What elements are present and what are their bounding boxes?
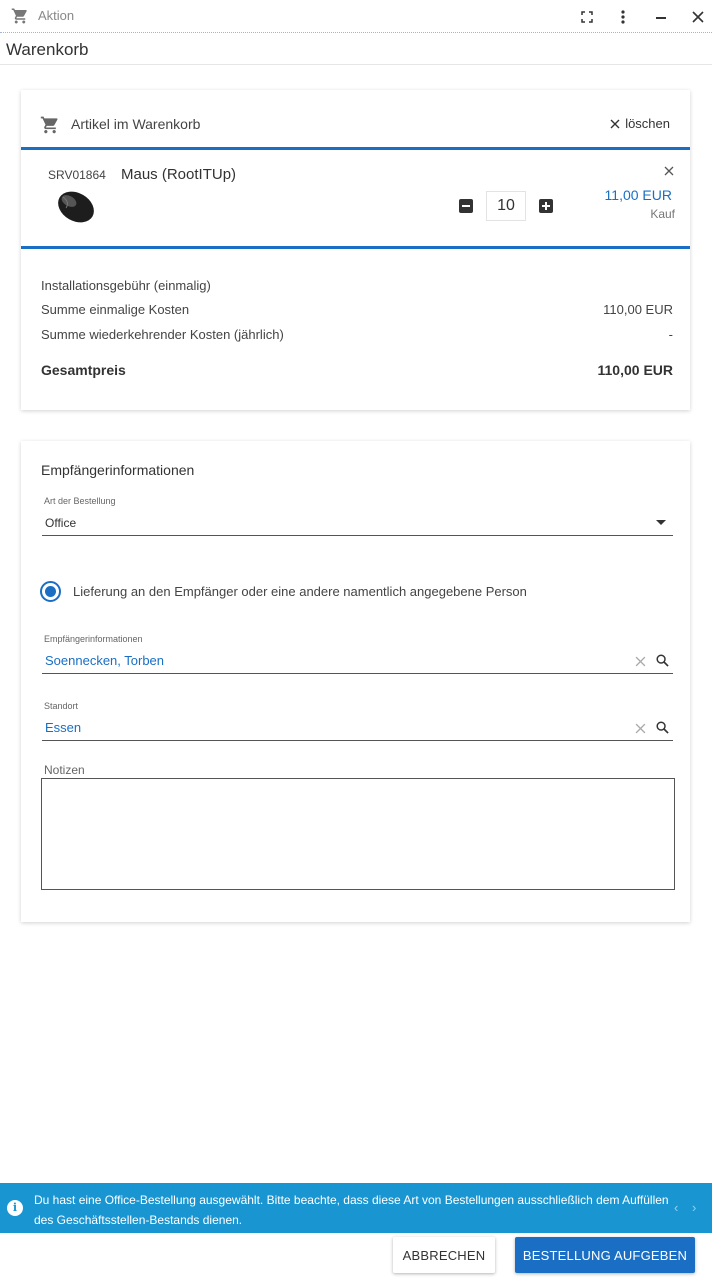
recipient-field-label: Empfängerinformationen	[44, 634, 143, 644]
location-field-label: Standort	[44, 701, 79, 711]
info-banner-text: Du hast eine Office-Bestellung ausgewähl…	[34, 1193, 669, 1227]
close-icon	[610, 119, 620, 128]
item-price: 11,00 EUR	[604, 187, 672, 203]
notes-textarea[interactable]	[41, 778, 675, 890]
quantity-input[interactable]	[486, 191, 526, 221]
search-location-button[interactable]	[656, 721, 669, 739]
window-title: Aktion	[38, 8, 75, 23]
search-icon	[656, 654, 669, 667]
place-order-button[interactable]: BESTELLUNG AUFGEBEN	[515, 1237, 695, 1273]
delivery-option-label: Lieferung an den Empfänger oder eine and…	[73, 584, 527, 599]
remove-item-button[interactable]	[664, 163, 674, 181]
order-type-value: Office	[45, 516, 77, 530]
more-menu-button[interactable]	[612, 6, 634, 28]
summary-row-one-time: Summe einmalige Kosten 110,00 EUR	[41, 302, 673, 317]
summary-value: 110,00 EUR	[603, 302, 673, 317]
page-header: Warenkorb	[0, 33, 712, 65]
increase-quantity-button[interactable]	[539, 199, 553, 213]
page-title: Warenkorb	[6, 40, 89, 59]
summary-value: -	[668, 327, 673, 342]
location-input[interactable]	[42, 720, 602, 735]
summary-label: Installationsgebühr (einmalig)	[41, 278, 211, 293]
total-value: 110,00 EUR	[597, 362, 674, 378]
plus-icon	[542, 202, 550, 210]
fullscreen-button[interactable]	[576, 6, 598, 28]
minimize-button[interactable]	[650, 6, 672, 28]
search-recipient-button[interactable]	[656, 654, 669, 672]
clear-recipient-button[interactable]	[635, 654, 646, 672]
decrease-quantity-button[interactable]	[459, 199, 473, 213]
clear-cart-label: löschen	[625, 116, 670, 131]
cart-header-title: Artikel im Warenkorb	[71, 116, 201, 132]
banner-prev-button[interactable]: ‹	[674, 1200, 678, 1215]
fullscreen-icon	[581, 11, 593, 23]
info-icon: i	[7, 1200, 23, 1216]
minimize-icon	[656, 17, 666, 19]
clear-location-button[interactable]	[635, 721, 646, 739]
info-banner: i Du hast eine Office-Bestellung ausgewä…	[0, 1183, 712, 1233]
section-title: Empfängerinformationen	[41, 462, 195, 478]
more-vertical-icon	[621, 10, 625, 24]
cart-icon	[11, 8, 27, 24]
mouse-image	[58, 191, 94, 223]
cart-card: Artikel im Warenkorb löschen SRV01864 Ma…	[21, 90, 690, 410]
recipient-input[interactable]	[42, 653, 602, 668]
close-icon	[692, 11, 704, 23]
search-icon	[656, 721, 669, 734]
clear-cart-button[interactable]: löschen	[610, 116, 670, 131]
order-type-label: Art der Bestellung	[44, 496, 116, 506]
cart-icon	[40, 116, 58, 134]
clear-icon	[635, 723, 646, 734]
item-sku: SRV01864	[48, 168, 106, 182]
order-type-select[interactable]: Office	[42, 510, 673, 536]
cart-header: Artikel im Warenkorb löschen	[21, 90, 690, 150]
cancel-button[interactable]: ABBRECHEN	[393, 1237, 495, 1273]
close-icon	[664, 166, 674, 176]
dropdown-caret-icon	[656, 520, 666, 525]
summary-row-recurring: Summe wiederkehrender Kosten (jährlich) …	[41, 327, 673, 342]
minus-icon	[462, 205, 470, 207]
summary-row-installation: Installationsgebühr (einmalig)	[41, 278, 671, 293]
banner-next-button[interactable]: ›	[692, 1200, 696, 1215]
cart-item: SRV01864 Maus (RootITUp) 11,00 EUR Kauf	[21, 153, 690, 249]
close-window-button[interactable]	[687, 6, 709, 28]
total-row: Gesamtpreis 110,00 EUR	[41, 362, 674, 378]
notes-label: Notizen	[44, 763, 85, 777]
recipient-card: Empfängerinformationen Art der Bestellun…	[21, 441, 690, 922]
summary-label: Summe einmalige Kosten	[41, 302, 190, 317]
window-titlebar: Aktion	[0, 0, 712, 33]
summary-label: Summe wiederkehrender Kosten (jährlich)	[41, 327, 284, 342]
total-label: Gesamtpreis	[41, 362, 126, 378]
item-purchase-type: Kauf	[650, 207, 675, 221]
item-name: Maus (RootITUp)	[121, 166, 237, 183]
recipient-lookup	[42, 648, 673, 674]
radio-button[interactable]	[40, 581, 61, 602]
quantity-stepper	[459, 191, 553, 221]
location-lookup	[42, 715, 673, 741]
delivery-option-radio[interactable]: Lieferung an den Empfänger oder eine and…	[40, 581, 527, 602]
clear-icon	[635, 656, 646, 667]
